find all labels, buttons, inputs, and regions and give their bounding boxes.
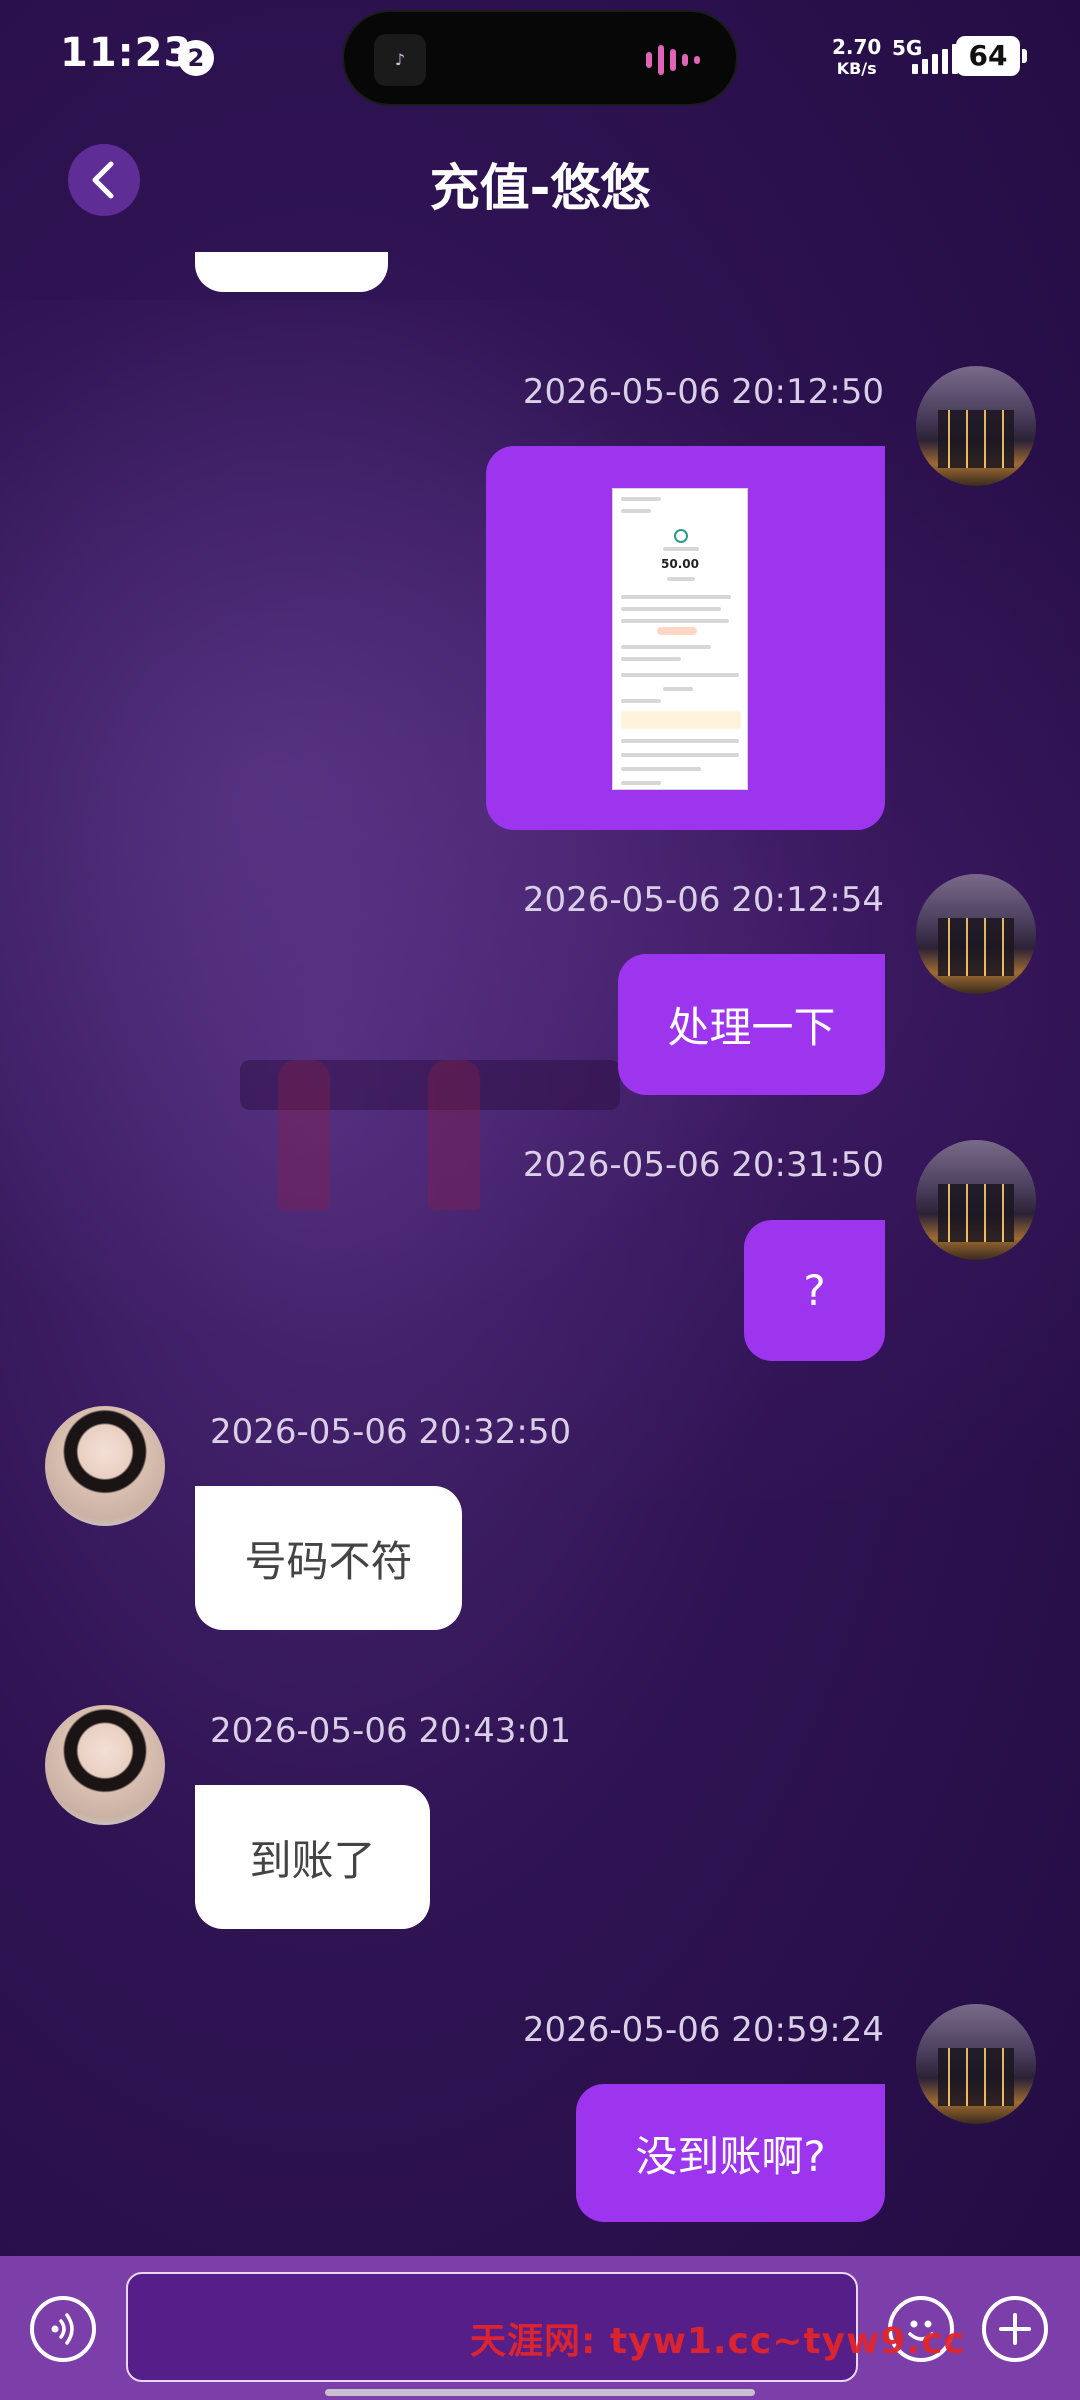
payment-amount: 50.00: [661, 557, 699, 571]
payment-screenshot-thumbnail[interactable]: 50.00: [612, 488, 748, 790]
payment-logo-icon: [674, 529, 688, 543]
my-avatar[interactable]: [916, 874, 1036, 994]
signal-strength-icon: [912, 42, 958, 74]
network-speed: 2.70 KB/s: [832, 36, 881, 80]
plus-icon: [999, 2313, 1031, 2345]
text-message-bubble[interactable]: 处理一下: [618, 954, 885, 1095]
notification-count-badge: 2: [178, 40, 214, 76]
dynamic-island: ♪: [342, 10, 738, 106]
message-timestamp: 2026-05-06 20:59:24: [522, 2010, 884, 2050]
text-message-bubble[interactable]: 到账了: [195, 1785, 430, 1929]
voice-wave-icon: [51, 2313, 74, 2345]
my-avatar[interactable]: [916, 1140, 1036, 1260]
message-timestamp: 2026-05-06 20:43:01: [210, 1711, 572, 1751]
add-attachment-button[interactable]: [982, 2296, 1048, 2362]
network-speed-value: 2.70: [832, 35, 882, 59]
message-timestamp: 2026-05-06 20:32:50: [210, 1412, 572, 1452]
message-timestamp: 2026-05-06 20:12:54: [522, 880, 884, 920]
message-timestamp: 2026-05-06 20:12:50: [522, 372, 884, 412]
voice-input-button[interactable]: [30, 2296, 96, 2362]
battery-icon: 64: [956, 36, 1027, 76]
status-bar: 11:23 2 ♪ 2.70 KB/s 5G 64: [0, 0, 1080, 115]
music-app-icon: ♪: [374, 34, 426, 86]
watermark-text: 天涯网: tyw1.cc~tyw9.cc: [470, 2321, 966, 2362]
home-indicator[interactable]: [325, 2389, 755, 2396]
background-chair: [428, 1060, 480, 1210]
my-avatar[interactable]: [916, 366, 1036, 486]
status-time: 11:23: [60, 30, 193, 76]
page-title: 充值-悠悠: [429, 159, 651, 217]
text-message-bubble[interactable]: 号码不符: [195, 1486, 462, 1630]
contact-avatar[interactable]: [45, 1705, 165, 1825]
text-message-bubble[interactable]: 没到账啊?: [576, 2084, 885, 2222]
message-bubble-partial[interactable]: [195, 252, 388, 292]
contact-avatar[interactable]: [45, 1406, 165, 1526]
message-timestamp: 2026-05-06 20:31:50: [522, 1145, 884, 1185]
audio-wave-icon: [646, 42, 706, 78]
my-avatar[interactable]: [916, 2004, 1036, 2124]
text-message-bubble[interactable]: ?: [744, 1220, 885, 1361]
network-speed-unit: KB/s: [836, 59, 877, 78]
background-chair: [278, 1060, 330, 1210]
